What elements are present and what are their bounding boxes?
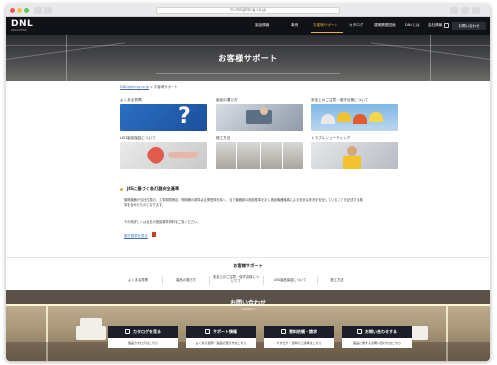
nav-item-drawings[interactable]: 建築関連図面 <box>374 23 396 28</box>
notice-body-2: その他詳しくは当社の施設基準資料をご覧ください。 <box>124 220 201 224</box>
nav-item-company[interactable]: 会社情報 <box>428 23 442 28</box>
forward-icon[interactable] <box>44 7 52 14</box>
category-card-warranty[interactable] <box>120 142 207 169</box>
tabs-icon[interactable] <box>461 7 469 14</box>
contact-card-title: カタログを見る <box>133 329 161 334</box>
contact-button[interactable]: お問い合わせ <box>452 22 486 30</box>
nav-item-catalog[interactable]: カタログ <box>349 23 363 28</box>
category-label-warranty[interactable]: LED製品保証について <box>120 136 156 141</box>
mail-icon <box>357 329 362 334</box>
support-nav-separator <box>263 276 264 285</box>
address-bar-url: m.dnlighting.co.jp <box>229 7 267 12</box>
category-label-installation[interactable]: 施工方法 <box>216 136 230 141</box>
logo-subtitle: DNLIGHTING <box>11 29 27 32</box>
contact-card-inquiry[interactable]: お問い合わせする 製品に関するお問い合わせはこちら <box>342 326 412 348</box>
category-card-troubleshooting[interactable] <box>311 142 398 169</box>
category-label-safety[interactable]: 安全上のご注意・保守点検について <box>311 98 368 103</box>
notice-body: 機関機器が当社付属の、工事期間満足、照明器の基準は企業登録を除く、当で機器部の施… <box>124 198 363 207</box>
category-card-faq[interactable]: ? <box>120 104 207 131</box>
site-header: DNL DNLIGHTING 製品情報 事例 お客様サポート カタログ 建築関連… <box>6 17 490 35</box>
support-nav-warranty[interactable]: LED製品保証について <box>266 278 314 282</box>
close-window-icon[interactable] <box>10 8 15 13</box>
breadcrumb-home[interactable]: DNLlighting.co.jp <box>120 85 149 89</box>
search-icon[interactable] <box>444 23 449 28</box>
contact-card-catalog[interactable]: カタログを見る 製品カタログはこちら <box>108 326 178 348</box>
share-icon[interactable] <box>450 7 458 14</box>
location-icon <box>281 329 286 334</box>
contact-card-sub: 製品に関するお問い合わせはこちら <box>342 338 412 348</box>
category-card-selection[interactable] <box>216 104 303 131</box>
nav-item-about[interactable]: DNLとは <box>405 23 420 28</box>
support-nav-safety[interactable]: 安全上のご注意・保守点検についてて <box>212 275 260 283</box>
pdf-icon[interactable] <box>152 232 156 237</box>
site-logo[interactable]: DNL <box>11 19 33 29</box>
support-nav-faq[interactable]: よくある質問 <box>118 278 158 282</box>
question-mark-icon: ? <box>178 104 191 129</box>
support-icon <box>205 329 210 334</box>
support-nav-separator <box>317 276 318 285</box>
support-nav-selection[interactable]: 製品の選び方 <box>166 278 206 282</box>
nav-item-cases[interactable]: 事例 <box>291 23 298 28</box>
banner-subtitle: CONTACT <box>240 307 256 311</box>
browser-window: m.dnlighting.co.jp DNL DNLIGHTING 製品情報 事… <box>6 4 490 361</box>
category-label-troubleshooting[interactable]: トラブルシューティング <box>311 136 350 141</box>
notice-link[interactable]: 施行基準を見る <box>124 233 148 238</box>
contact-card-sub: 製品カタログはこちら <box>108 338 178 348</box>
minimize-window-icon[interactable] <box>17 8 22 13</box>
support-nav-separator <box>209 276 210 285</box>
category-label-faq[interactable]: よくある質問 <box>120 98 142 103</box>
browser-toolbar: m.dnlighting.co.jp <box>6 4 490 17</box>
hero-banner: お客様サポート <box>6 35 490 81</box>
notice-bullet-icon <box>120 188 123 191</box>
nav-item-products[interactable]: 製品情報 <box>255 23 269 28</box>
support-nav-installation[interactable]: 施工方法 <box>320 278 354 282</box>
banner-title: お問い合わせ <box>229 300 266 307</box>
back-icon[interactable] <box>34 7 42 14</box>
notice-title: JISに基づく各灯器安全基準 <box>127 186 180 191</box>
contact-card-support[interactable]: サポート情報 よくある質問・製品の選び方はこちら <box>186 326 256 348</box>
contact-card-sub: カタログ・資料のご請求はこちら <box>264 338 334 348</box>
contact-card-title: 資料依頼・請求 <box>289 329 317 334</box>
support-nav-title: お客様サポート <box>233 263 263 268</box>
contact-card-sub: よくある質問・製品の選び方はこちら <box>186 338 256 348</box>
contact-card-title: お問い合わせする <box>365 329 397 334</box>
category-label-selection[interactable]: 製品の選び方 <box>216 98 238 103</box>
category-card-safety[interactable] <box>311 104 398 131</box>
page-title: お客様サポート <box>218 54 278 63</box>
zoom-window-icon[interactable] <box>24 8 29 13</box>
active-nav-indicator <box>311 32 343 33</box>
breadcrumb-separator: > <box>150 85 153 89</box>
breadcrumb-current: お客様サポート <box>153 85 178 89</box>
contact-card-title: サポート情報 <box>213 329 237 334</box>
support-nav-separator <box>162 276 163 285</box>
category-card-installation[interactable] <box>216 142 303 169</box>
section-divider <box>6 257 490 258</box>
new-tab-icon[interactable] <box>472 7 480 14</box>
address-bar[interactable]: m.dnlighting.co.jp <box>156 7 340 14</box>
book-icon <box>125 329 130 334</box>
nav-item-support[interactable]: お客様サポート <box>313 23 338 28</box>
breadcrumb: DNLlighting.co.jp > お客様サポート <box>120 84 178 89</box>
contact-card-request[interactable]: 資料依頼・請求 カタログ・資料のご請求はこちら <box>264 326 334 348</box>
